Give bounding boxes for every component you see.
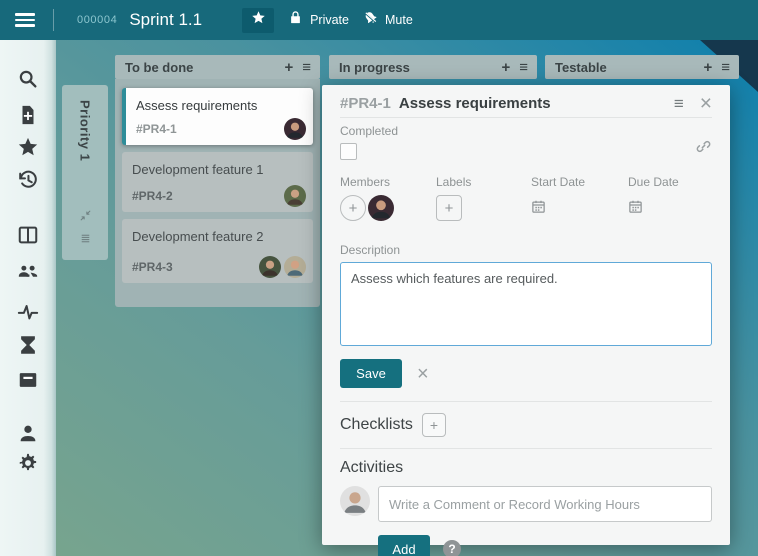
mute-label: Mute <box>385 13 413 27</box>
cancel-edit-icon[interactable]: × <box>417 364 429 384</box>
column-title: To be done <box>125 60 275 75</box>
mute-button[interactable]: Mute <box>363 10 413 30</box>
icon-sidebar <box>0 40 56 556</box>
app-screen: 000004 Sprint 1.1 Private <box>0 0 758 556</box>
card-id: #PR4-3 <box>132 260 173 274</box>
lock-icon <box>288 10 303 30</box>
search-icon[interactable] <box>17 68 39 90</box>
drag-handle-icon[interactable] <box>78 232 93 250</box>
modal-header-divider <box>340 117 712 118</box>
privacy-button[interactable]: Private <box>288 10 349 30</box>
modal-card-id: #PR4-1 <box>340 95 391 112</box>
star-icon <box>251 10 266 30</box>
settings-icon[interactable] <box>17 452 39 474</box>
hourglass-icon[interactable] <box>17 334 39 356</box>
collapse-icon[interactable] <box>78 209 93 227</box>
help-icon[interactable]: ? <box>443 540 461 556</box>
add-member-icon[interactable]: + <box>340 195 366 221</box>
add-document-icon[interactable] <box>17 104 39 126</box>
topbar-divider <box>53 9 54 31</box>
add-card-icon[interactable]: + <box>703 60 712 75</box>
board-icon[interactable] <box>17 224 39 246</box>
column-header-testable[interactable]: Testable + ≡ <box>545 55 739 79</box>
top-bar: 000004 Sprint 1.1 Private <box>0 0 758 40</box>
add-checklist-icon[interactable]: + <box>422 413 446 437</box>
link-icon[interactable] <box>695 138 712 160</box>
description-label: Description <box>340 243 712 257</box>
comment-avatar <box>340 486 370 516</box>
menu-icon[interactable] <box>15 13 35 27</box>
card-title: Assess requirements <box>126 88 313 113</box>
card-assess-requirements[interactable]: Assess requirements #PR4-1 <box>122 88 313 145</box>
close-icon[interactable]: × <box>700 93 712 114</box>
card-id: #PR4-1 <box>136 122 177 136</box>
starred-boards-icon[interactable] <box>17 136 39 158</box>
column-title: In progress <box>339 60 492 75</box>
avatar <box>284 118 306 140</box>
history-icon[interactable] <box>17 169 39 191</box>
board-title: Sprint 1.1 <box>129 10 202 30</box>
avatar <box>259 256 281 278</box>
activities-heading: Activities <box>340 459 712 477</box>
calendar-icon[interactable] <box>531 199 546 219</box>
column-menu-icon[interactable]: ≡ <box>519 60 528 75</box>
swimlane-title: Priority 1 <box>78 100 93 161</box>
due-date-label: Due Date <box>628 175 679 189</box>
mute-icon <box>363 10 378 30</box>
add-button[interactable]: Add <box>378 535 430 556</box>
user-icon[interactable] <box>17 422 39 444</box>
labels-label: Labels <box>436 175 531 189</box>
card-development-feature-2[interactable]: Development feature 2 #PR4-3 <box>122 219 313 283</box>
column-header-to-be-done[interactable]: To be done + ≡ <box>115 55 320 79</box>
completed-checkbox[interactable] <box>340 143 357 160</box>
board-number: 000004 <box>77 14 117 26</box>
privacy-label: Private <box>310 13 349 27</box>
star-board-button[interactable] <box>242 8 274 33</box>
avatar <box>284 185 306 207</box>
completed-label: Completed <box>340 124 712 138</box>
add-card-icon[interactable]: + <box>501 60 510 75</box>
save-button[interactable]: Save <box>340 359 402 388</box>
add-card-icon[interactable]: + <box>284 60 293 75</box>
swimlane-priority-1[interactable]: Priority 1 <box>62 85 108 260</box>
section-divider <box>340 401 712 402</box>
start-date-label: Start Date <box>531 175 628 189</box>
card-detail-modal: #PR4-1 Assess requirements ≡ × Completed… <box>322 85 730 545</box>
activity-icon[interactable] <box>17 301 39 323</box>
column-menu-icon[interactable]: ≡ <box>721 60 730 75</box>
comment-input[interactable] <box>378 486 712 522</box>
modal-card-title: Assess requirements <box>399 95 674 112</box>
archive-icon[interactable] <box>17 369 39 391</box>
section-divider <box>340 448 712 449</box>
column-header-in-progress[interactable]: In progress + ≡ <box>329 55 537 79</box>
card-menu-icon[interactable]: ≡ <box>674 95 684 112</box>
card-id: #PR4-2 <box>132 189 173 203</box>
checklists-heading: Checklists <box>340 416 413 434</box>
card-title: Development feature 2 <box>122 219 313 244</box>
member-avatar[interactable] <box>368 195 394 221</box>
column-menu-icon[interactable]: ≡ <box>302 60 311 75</box>
avatar <box>284 256 306 278</box>
description-textarea[interactable]: Assess which features are required. <box>340 262 712 346</box>
members-icon[interactable] <box>17 259 39 281</box>
add-label-icon[interactable]: + <box>436 195 462 221</box>
card-development-feature-1[interactable]: Development feature 1 #PR4-2 <box>122 152 313 212</box>
column-title: Testable <box>555 60 694 75</box>
calendar-icon[interactable] <box>628 199 643 219</box>
members-label: Members <box>340 175 436 189</box>
column-card-list: Assess requirements #PR4-1 Development f… <box>115 79 320 307</box>
card-title: Development feature 1 <box>122 152 313 177</box>
